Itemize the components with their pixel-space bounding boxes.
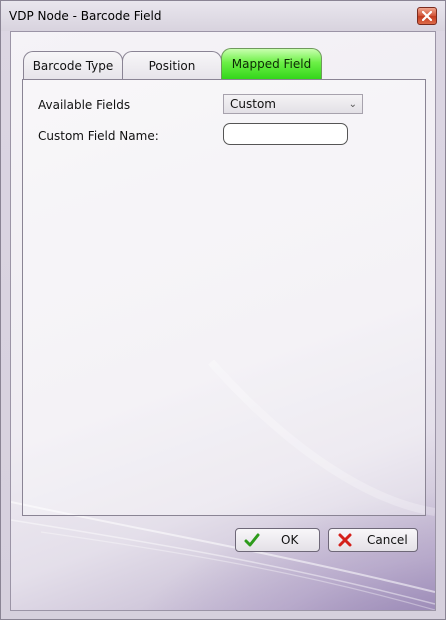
tab-label: Mapped Field (231, 57, 312, 71)
available-fields-value: Custom (230, 97, 276, 111)
window-title: VDP Node - Barcode Field (9, 9, 162, 23)
tab-label: Position (148, 58, 196, 73)
chevron-down-icon: ⌄ (348, 99, 357, 110)
close-button[interactable] (417, 7, 437, 25)
tab-mapped-field[interactable]: Mapped Field (221, 48, 322, 79)
dialog-content: Barcode Type Position Mapped Field Avail… (10, 31, 436, 611)
red-x-icon (338, 533, 352, 547)
cancel-button[interactable]: Cancel (328, 528, 418, 552)
close-icon (422, 11, 432, 21)
title-bar[interactable]: VDP Node - Barcode Field (1, 1, 445, 31)
ok-button[interactable]: OK (235, 528, 320, 552)
tab-label: Barcode Type (32, 58, 114, 73)
custom-field-name-input[interactable] (223, 123, 348, 145)
cancel-label: Cancel (367, 533, 408, 547)
ok-label: OK (281, 533, 299, 547)
tab-position[interactable]: Position (122, 51, 222, 79)
dialog-window: VDP Node - Barcode Field Barcode Type Po… (0, 0, 446, 620)
tab-panel (22, 79, 426, 516)
checkmark-icon (244, 533, 260, 547)
available-fields-select[interactable]: Custom ⌄ (223, 94, 363, 114)
tab-barcode-type[interactable]: Barcode Type (23, 51, 123, 79)
available-fields-label: Available Fields (38, 98, 131, 112)
custom-field-name-label: Custom Field Name: (38, 129, 159, 143)
